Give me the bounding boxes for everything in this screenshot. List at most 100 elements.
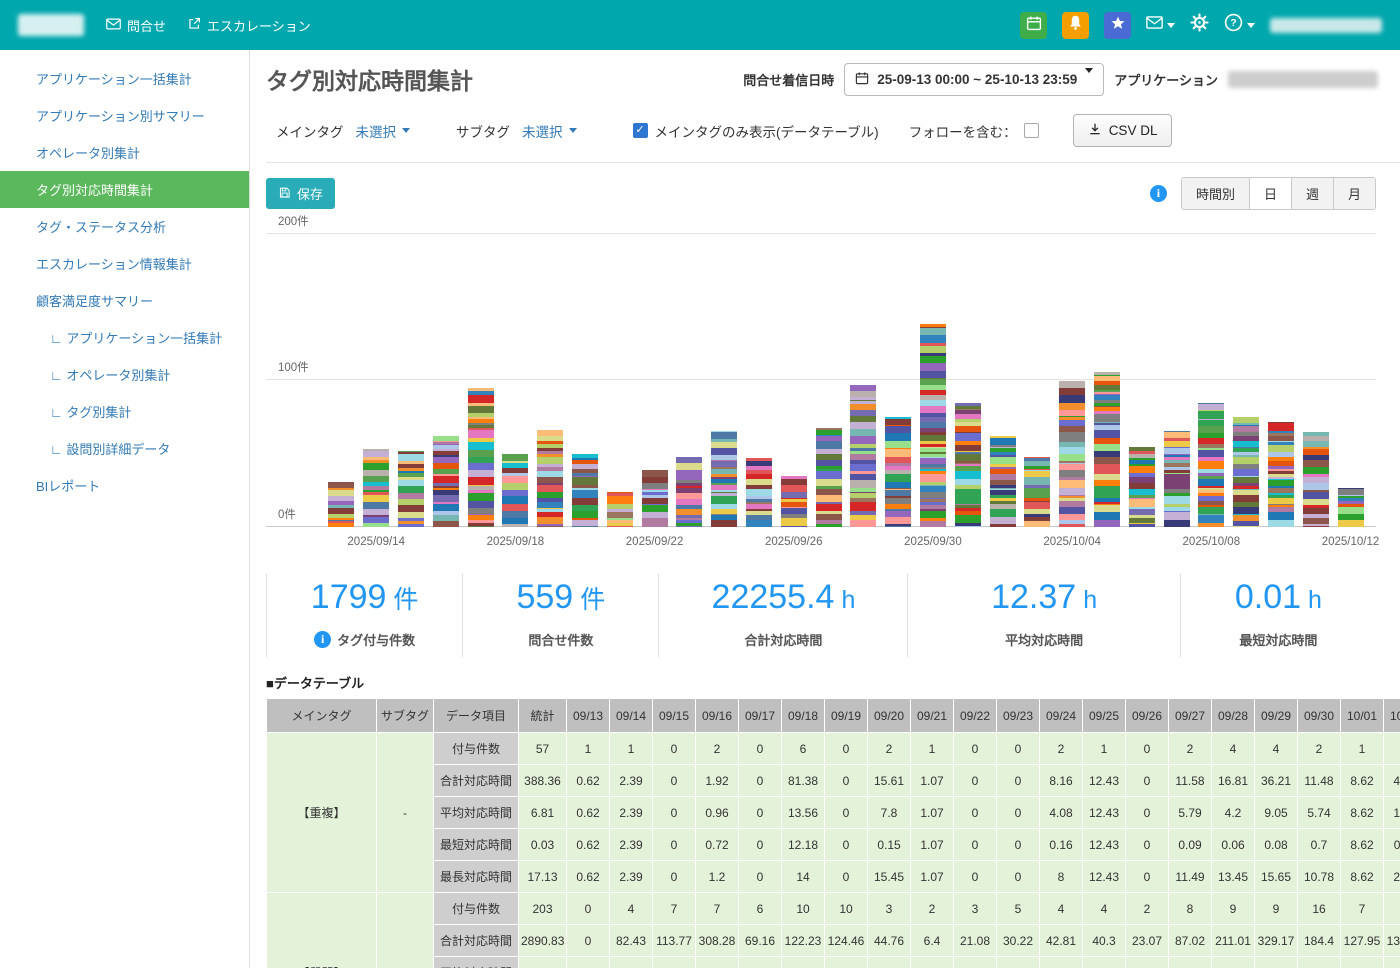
chevron-down-icon [1247, 22, 1255, 28]
application-value-blurred[interactable] [1228, 70, 1378, 88]
chart-bar[interactable] [1229, 234, 1264, 527]
data-item-cell: 合計対応時間 [433, 764, 519, 797]
chart-bar[interactable]: 2025/09/22 [626, 234, 683, 548]
value-cell: 0 [953, 732, 997, 765]
sidebar-item[interactable]: アプリケーション別サマリー [0, 97, 249, 134]
value-cell: 10.08 [1082, 956, 1126, 968]
chart-bar[interactable] [707, 234, 742, 527]
view-mode-button[interactable]: 週 [1290, 178, 1333, 209]
nav-inquiry-label: 問合せ [127, 18, 167, 34]
data-table-title: ■データテーブル [266, 676, 365, 691]
column-header: 09/20 [867, 698, 911, 733]
chart-bar[interactable] [428, 234, 463, 527]
favorites-button[interactable] [1104, 11, 1131, 39]
calendar-icon [855, 71, 869, 88]
info-icon[interactable] [1149, 185, 1167, 202]
view-mode-button[interactable]: 時間別 [1181, 178, 1249, 209]
csv-download-button[interactable]: CSV DL [1072, 114, 1173, 147]
chart-bar[interactable]: 2025/10/04 [1043, 234, 1101, 548]
sidebar-item[interactable]: ∟ タグ別集計 [0, 393, 249, 430]
nav-escalation-link[interactable]: エスカレーション [188, 16, 311, 35]
value-cell: 8.62 [1340, 828, 1384, 861]
value-cell: 2 [1168, 732, 1212, 765]
chart-bar[interactable] [846, 234, 881, 527]
value-cell: 1.15 [1383, 796, 1400, 829]
sidebar-item[interactable]: ∟ オペレータ別集計 [0, 356, 249, 393]
value-cell: 308.28 [695, 924, 739, 957]
chart-bar[interactable] [985, 234, 1020, 527]
chart-bar[interactable] [1124, 234, 1159, 527]
chart-bar[interactable] [324, 234, 359, 527]
chart-bar[interactable] [742, 234, 777, 527]
application-label: アプリケーション [1114, 72, 1218, 88]
value-cell: 8.62 [1340, 860, 1384, 893]
sidebar-item[interactable]: ∟ 設問別詳細データ [0, 430, 249, 467]
main-only-option: メインタグのみ表示(データテーブル) [632, 121, 879, 141]
chart-bar[interactable] [463, 234, 498, 527]
chart-bar[interactable]: 2025/09/30 [904, 234, 962, 548]
chart-bar[interactable] [533, 234, 568, 527]
main-only-checkbox[interactable] [632, 123, 648, 138]
data-table-wrapper[interactable]: メインタグ サブタグ データ項目 統計 09/13 09/14 09/15 09/16 09/1… [266, 698, 1400, 968]
chart-bar[interactable] [1159, 234, 1194, 527]
column-header: 09/13 [566, 698, 610, 733]
date-range-picker[interactable]: 25-09-13 00:00 ~ 25-10-13 23:59 [844, 62, 1105, 96]
column-header: 09/24 [1039, 698, 1083, 733]
chart-bar[interactable] [568, 234, 603, 527]
chart-bar[interactable]: 2025/09/14 [347, 234, 405, 548]
chart-bar[interactable] [1020, 234, 1055, 527]
sidebar-item[interactable]: アプリケーション一括集計 [0, 60, 249, 97]
sidebar-item[interactable]: 顧客満足度サマリー [0, 282, 249, 319]
sub-tag-label: サブタグ [456, 124, 510, 140]
nav-inquiry-link[interactable]: 問合せ [106, 16, 166, 35]
follow-checkbox[interactable] [1023, 123, 1039, 138]
value-cell: 16.81 [1211, 764, 1255, 797]
chart-bar[interactable] [1090, 234, 1125, 527]
sub-tag-select[interactable]: 未選択 [522, 121, 577, 141]
username-blurred[interactable] [1270, 17, 1382, 33]
app-logo-blurred[interactable] [18, 14, 84, 36]
chart-bar[interactable]: 2025/10/08 [1183, 234, 1240, 548]
sidebar-item[interactable]: タグ・ステータス分析 [0, 208, 249, 245]
sidebar-item[interactable]: タグ別対応時間集計 [0, 171, 249, 208]
sidebar-item[interactable]: エスカレーション情報集計 [0, 245, 249, 282]
main-tag-select[interactable]: 未選択 [356, 121, 410, 141]
value-cell: 0 [953, 828, 997, 861]
chart-bar[interactable] [950, 234, 985, 527]
chart-bars: 2025/09/14 2025/09/18 2025/09/22 2025/09/26… [324, 234, 1379, 548]
chart-bar[interactable] [672, 234, 707, 527]
chart-bar[interactable] [811, 234, 846, 527]
notifications-button[interactable] [1062, 11, 1089, 39]
view-mode-button[interactable]: 月 [1332, 178, 1375, 209]
column-header: 09/29 [1254, 698, 1298, 733]
sidebar-item[interactable]: BIレポート [0, 467, 249, 504]
stat-cell: 22255.4 h 合計対応時間 [658, 574, 907, 657]
value-cell: 5 [996, 892, 1040, 925]
mail-menu-button[interactable] [1146, 16, 1175, 34]
download-icon [1088, 122, 1102, 139]
value-cell: 0 [824, 764, 868, 797]
chart-bar[interactable] [881, 234, 916, 527]
chart-bar[interactable] [1298, 234, 1333, 527]
chart-bar[interactable] [394, 234, 429, 527]
value-cell: 7.03 [953, 956, 997, 968]
chart-bar[interactable]: 2025/09/18 [487, 234, 544, 548]
save-button[interactable]: 保存 [266, 178, 336, 209]
column-header: 09/30 [1297, 698, 1341, 733]
settings-button[interactable] [1190, 13, 1209, 37]
help-menu-button[interactable]: ? [1224, 13, 1255, 37]
sidebar-item[interactable]: オペレータ別集計 [0, 134, 249, 171]
info-icon[interactable] [314, 631, 332, 648]
chart-bar[interactable] [1264, 234, 1299, 527]
summary-stats: 1799件タグ付与件数559件問合せ件数22255.4h合計対応時間12.37h… [266, 574, 1400, 657]
stat-value: 12.37 h [991, 578, 1098, 616]
view-mode-button[interactable]: 日 [1248, 178, 1291, 209]
chart-bar[interactable]: 2025/09/26 [765, 234, 823, 548]
value-cell: 8.62 [1340, 764, 1384, 797]
sidebar-item[interactable]: ∟ アプリケーション一括集計 [0, 319, 249, 356]
chart-bar[interactable]: 2025/10/12 [1322, 234, 1379, 548]
calendar-app-button[interactable] [1020, 11, 1047, 39]
stat-value: 0.01 h [1234, 578, 1322, 616]
value-cell: 0.62 [566, 860, 610, 893]
chart-bar[interactable] [602, 234, 637, 527]
